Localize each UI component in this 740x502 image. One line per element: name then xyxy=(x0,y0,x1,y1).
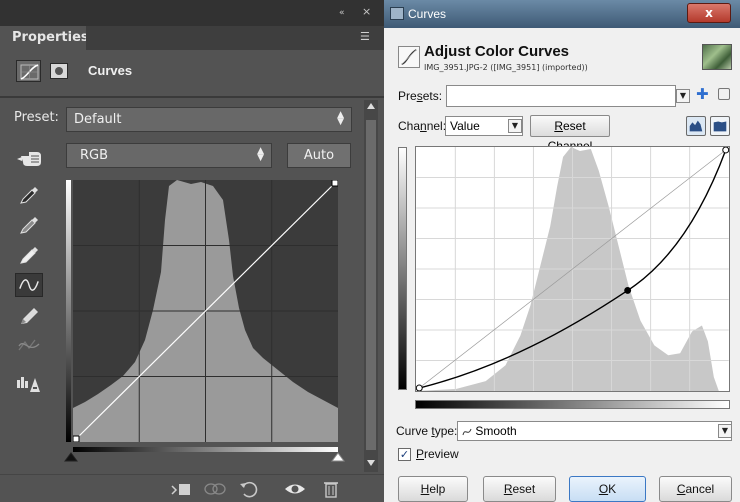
help-button[interactable]: Help xyxy=(398,476,468,502)
chevron-down-icon[interactable]: ▼ xyxy=(508,119,522,133)
updown-arrows-icon: ▲ ▼ xyxy=(257,146,264,163)
smooth-curve-icon[interactable] xyxy=(15,334,43,358)
delete-adjustment-icon[interactable] xyxy=(318,478,344,500)
channel-label: Channel: xyxy=(398,119,447,133)
preview-checkbox[interactable]: ✓ xyxy=(398,448,411,461)
close-window-button[interactable]: x xyxy=(687,3,731,23)
curve-points-tool-icon[interactable] xyxy=(15,273,43,297)
curve-type-dropdown[interactable]: Smooth xyxy=(457,421,732,441)
reset-button[interactable]: Reset xyxy=(483,476,556,502)
preset-menu-icon[interactable] xyxy=(718,88,730,100)
pencil-draw-icon[interactable] xyxy=(15,304,43,328)
curve-type-value: Smooth xyxy=(475,424,517,438)
dialog-titlebar[interactable]: Curves x xyxy=(384,0,740,28)
curve-type-label: Curve type: xyxy=(396,424,458,438)
window-title: Curves xyxy=(408,7,447,21)
view-previous-state-icon[interactable] xyxy=(202,478,228,500)
panel-menu-icon[interactable]: ☰ xyxy=(360,30,370,43)
add-preset-icon[interactable]: ✚ xyxy=(696,85,709,103)
updown-arrows-icon: ▲ ▼ xyxy=(337,110,344,127)
toggle-visibility-icon[interactable] xyxy=(282,478,308,500)
on-image-adjustment-hand-icon[interactable] xyxy=(17,146,45,170)
white-point-slider-icon[interactable] xyxy=(331,452,345,462)
reset-channel-button[interactable]: Reset Channel xyxy=(530,115,610,153)
chevron-down-icon[interactable]: ▼ xyxy=(676,89,690,103)
preset-dropdown[interactable]: Default ▲ ▼ xyxy=(66,107,352,132)
tab-properties[interactable]: Properties xyxy=(0,26,89,50)
curves-window-icon xyxy=(390,7,404,20)
channel-value: Value xyxy=(450,119,480,133)
preset-value: Default xyxy=(74,112,122,127)
sample-black-eyedropper-icon[interactable] xyxy=(15,182,43,206)
curve-point xyxy=(624,286,632,294)
curve-point xyxy=(416,384,423,391)
log-histogram-icon[interactable] xyxy=(710,116,730,136)
curves-adjustment-icon[interactable] xyxy=(16,60,41,82)
scroll-down-icon[interactable] xyxy=(367,460,375,466)
preset-label: Preset: xyxy=(14,110,59,125)
input-gradient-bar xyxy=(73,447,338,452)
curve-point-white xyxy=(331,180,338,187)
image-name: IMG_3951.JPG-2 ([IMG_3951] (imported)) xyxy=(424,63,588,72)
presets-dropdown[interactable] xyxy=(446,85,676,107)
ok-button[interactable]: OK xyxy=(569,476,646,502)
cancel-button[interactable]: Cancel xyxy=(659,476,732,502)
tab-bar-empty xyxy=(86,26,384,50)
panel-scrollbar[interactable] xyxy=(364,100,378,472)
black-point-slider-icon[interactable] xyxy=(64,452,78,462)
sample-gray-eyedropper-icon[interactable] xyxy=(15,212,43,236)
sample-white-eyedropper-icon[interactable] xyxy=(15,242,43,266)
adjustment-title: Curves xyxy=(88,63,133,78)
curves-graph[interactable] xyxy=(73,180,338,442)
reset-adjustment-icon[interactable] xyxy=(236,478,262,500)
chevron-down-icon[interactable]: ▼ xyxy=(718,424,732,438)
dialog-heading: Adjust Color Curves xyxy=(424,43,570,60)
channel-value: RGB xyxy=(80,148,109,163)
scrollbar-thumb[interactable] xyxy=(366,120,376,450)
input-gradient-bar xyxy=(415,400,730,409)
linear-histogram-icon[interactable] xyxy=(686,116,706,136)
curves-tool-icon xyxy=(398,46,420,68)
header-divider xyxy=(0,96,384,98)
preview-label: Preview xyxy=(416,447,459,461)
collapse-panel-button[interactable]: « xyxy=(339,8,345,18)
output-gradient-bar xyxy=(66,180,71,442)
curve-point xyxy=(722,147,729,154)
channel-dropdown[interactable]: RGB ▲ ▼ xyxy=(66,143,272,168)
photoshop-properties-panel: « × Properties ☰ Curves Preset: Default … xyxy=(0,0,384,502)
layer-mask-icon[interactable] xyxy=(50,63,68,79)
output-gradient-bar xyxy=(398,147,407,390)
clip-to-layer-icon[interactable] xyxy=(168,478,194,500)
curve-point-black xyxy=(73,435,80,442)
clipping-warning-icon[interactable] xyxy=(15,372,43,396)
presets-label: Presets: xyxy=(398,89,443,103)
auto-button[interactable]: Auto xyxy=(287,143,351,168)
smooth-curve-icon xyxy=(462,428,472,435)
close-panel-button[interactable]: × xyxy=(362,5,371,18)
gimp-curves-dialog: Curves x Adjust Color Curves IMG_3951.JP… xyxy=(384,0,740,502)
panel-bottom-bar xyxy=(0,474,384,502)
panel-top-strip xyxy=(0,0,384,26)
curves-graph[interactable] xyxy=(415,146,730,392)
image-thumbnail xyxy=(702,44,732,70)
scroll-up-icon[interactable] xyxy=(367,103,375,109)
